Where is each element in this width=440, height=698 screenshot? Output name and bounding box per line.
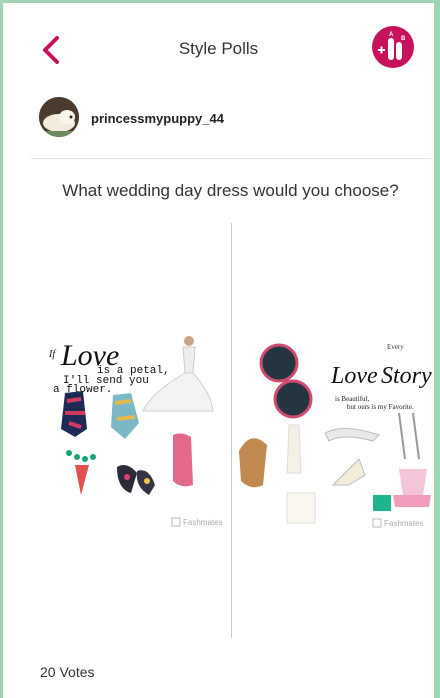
poll-question: What wedding day dress would you choose?: [62, 181, 399, 200]
compare-poll-icon: A B: [378, 32, 406, 60]
watermark: Fashmates: [183, 518, 223, 527]
chalk-frame-1: [259, 343, 299, 383]
svg-text:A: A: [389, 32, 394, 38]
wedding-gown: [142, 372, 214, 412]
poll-option-a[interactable]: If Love is a petal, I'll send you a flow…: [31, 223, 231, 638]
outfit-collage-b: Every Love Story is Beautiful, but ours …: [239, 343, 432, 528]
quote-line-beautiful: is Beautiful,: [335, 395, 369, 403]
cake-tier-2: [393, 495, 431, 507]
cake-tier-1: [399, 469, 427, 495]
avatar[interactable]: [39, 97, 79, 137]
blonde-wig: [239, 438, 267, 488]
app-frame: Style Polls A B princessmypuppy_44 What …: [0, 0, 440, 698]
dog-photo: [39, 97, 79, 137]
nude-heels: [331, 458, 366, 486]
svg-text:B: B: [401, 36, 406, 42]
gift-box: [373, 495, 391, 511]
quote-line-favorite: but ours is my Favorite.: [347, 403, 414, 411]
create-poll-button[interactable]: A B: [372, 26, 414, 68]
melon-pendant: [75, 465, 89, 495]
poll-author-row: princessmypuppy_44: [3, 91, 434, 159]
page-title: Style Polls: [178, 39, 259, 58]
chalk-frame-2: [273, 379, 313, 419]
divider: [31, 158, 430, 159]
username[interactable]: princessmypuppy_44: [91, 111, 224, 126]
quote-word-story: Story: [381, 363, 432, 389]
safety-pins: [398, 412, 420, 460]
gown-head: [184, 336, 194, 346]
option-divider: [231, 223, 232, 638]
quote-word-every: Every: [387, 343, 404, 351]
lace-garter: [324, 428, 380, 442]
slip-dress: [286, 424, 302, 474]
quote-word-love-b: Love: [330, 363, 378, 389]
quote-word-if: If: [48, 349, 56, 360]
vote-count: 20 Votes: [40, 664, 95, 680]
pink-hair-wig: [173, 433, 193, 487]
poll-option-b[interactable]: Every Love Story is Beautiful, but ours …: [233, 223, 433, 638]
top-bar: Style Polls A B: [3, 3, 434, 89]
watermark-b: Fashmates: [384, 519, 424, 528]
outfit-collage-a: If Love is a petal, I'll send you a flow…: [48, 336, 223, 527]
clutch: [286, 492, 316, 524]
